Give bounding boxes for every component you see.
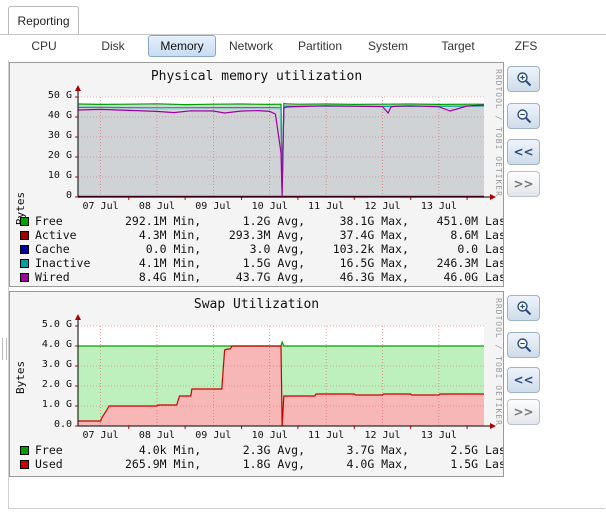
x-axis-arrow — [490, 194, 496, 200]
graph-legend: Free 292.1M Min, 1.2G Avg, 38.1G Max, 45… — [20, 214, 504, 284]
tab-reporting[interactable]: Reporting — [8, 6, 79, 34]
double-chevron-right-icon: >> — [513, 177, 534, 191]
subtab-target[interactable]: Target — [425, 35, 491, 57]
x-tick-label: 08 Jul — [138, 430, 175, 441]
subtab-disk[interactable]: Disk — [82, 35, 144, 57]
x-tick-label: 11 Jul — [308, 201, 345, 212]
reporting-subtabs: CPU Disk Memory Network Partition System Targe… — [0, 35, 606, 60]
legend-row-free: Free 292.1M Min, 1.2G Avg, 38.1G Max, 45… — [20, 214, 504, 228]
legend-text: Used 265.9M Min, 1.8G Avg, 4.0G Max, 1.5… — [35, 457, 504, 471]
legend-swatch — [20, 231, 29, 240]
back-button[interactable]: << — [507, 367, 540, 393]
y-axis-arrow — [75, 314, 81, 320]
physical-memory-graph: Physical memory utilization Bytes RRDTOO… — [9, 62, 504, 287]
y-tick-label: 2.0 G — [41, 379, 72, 390]
legend-swatch — [20, 217, 29, 226]
subtab-cpu[interactable]: CPU — [14, 35, 74, 57]
legend-text: Free 292.1M Min, 1.2G Avg, 38.1G Max, 45… — [35, 214, 504, 228]
zoom-in-button[interactable] — [507, 295, 540, 321]
x-tick-label: 09 Jul — [195, 430, 232, 441]
x-tick-label: 10 Jul — [251, 430, 288, 441]
legend-swatch — [20, 460, 29, 469]
legend-row-active: Active 4.3M Min, 293.3M Avg, 37.4G Max, … — [20, 228, 504, 242]
legend-swatch — [20, 259, 29, 268]
double-chevron-left-icon: << — [513, 373, 534, 387]
legend-row-cache: Cache 0.0 Min, 3.0 Avg, 103.2k Max, 0.0 … — [20, 242, 504, 256]
subtab-system[interactable]: System — [355, 35, 421, 57]
y-tick-label: 10 G — [47, 170, 72, 181]
x-tick-label: 07 Jul — [82, 201, 119, 212]
x-tick-label: 10 Jul — [251, 201, 288, 212]
y-tick-label: 40 G — [47, 110, 72, 121]
magnifier-minus-icon — [516, 109, 531, 124]
legend-text: Inactive 4.1M Min, 1.5G Avg, 16.5G Max, … — [35, 256, 504, 270]
graph-legend: Free 4.0k Min, 2.3G Avg, 3.7G Max, 2.5G … — [20, 443, 504, 471]
double-chevron-left-icon: << — [513, 145, 534, 159]
forward-button[interactable]: >> — [507, 171, 540, 197]
magnifier-minus-icon — [516, 338, 531, 353]
y-tick-label: 50 G — [47, 90, 72, 101]
legend-text: Wired 8.4G Min, 43.7G Avg, 46.3G Max, 46… — [35, 270, 504, 284]
y-tick-label: 4.0 G — [41, 339, 72, 350]
x-tick-label: 13 Jul — [420, 430, 457, 441]
x-tick-label: 13 Jul — [420, 201, 457, 212]
y-tick-label: 5.0 G — [41, 319, 72, 330]
zoom-out-button[interactable] — [507, 103, 540, 129]
legend-row-used: Used 265.9M Min, 1.8G Avg, 4.0G Max, 1.5… — [20, 457, 504, 471]
y-tick-label: 20 G — [47, 150, 72, 161]
legend-text: Free 4.0k Min, 2.3G Avg, 3.7G Max, 2.5G … — [35, 443, 504, 457]
subtab-partition[interactable]: Partition — [285, 35, 355, 57]
legend-row-wired: Wired 8.4G Min, 43.7G Avg, 46.3G Max, 46… — [20, 270, 504, 284]
y-tick-label: 3.0 G — [41, 359, 72, 370]
y-tick-label: 0.0 — [53, 419, 72, 430]
swap-utilization-graph: Swap Utilization Bytes RRDTOOL / TOBI OE… — [9, 291, 504, 477]
x-tick-label: 07 Jul — [82, 430, 119, 441]
x-tick-label: 11 Jul — [308, 430, 345, 441]
back-button[interactable]: << — [507, 139, 540, 165]
subtab-zfs[interactable]: ZFS — [495, 35, 557, 57]
legend-row-inactive: Inactive 4.1M Min, 1.5G Avg, 16.5G Max, … — [20, 256, 504, 270]
zoom-in-button[interactable] — [507, 66, 540, 92]
y-axis-arrow — [75, 85, 81, 91]
legend-text: Active 4.3M Min, 293.3M Avg, 37.4G Max, … — [35, 228, 504, 242]
magnifier-plus-icon — [516, 301, 531, 316]
legend-swatch — [20, 446, 29, 455]
forward-button[interactable]: >> — [507, 399, 540, 425]
x-tick-label: 12 Jul — [364, 430, 401, 441]
double-chevron-right-icon: >> — [513, 405, 534, 419]
zoom-out-button[interactable] — [507, 332, 540, 358]
legend-swatch — [20, 273, 29, 282]
magnifier-plus-icon — [516, 72, 531, 87]
x-tick-label: 12 Jul — [364, 201, 401, 212]
legend-swatch — [20, 245, 29, 254]
resize-handle[interactable] — [2, 338, 7, 360]
legend-text: Cache 0.0 Min, 3.0 Avg, 103.2k Max, 0.0 … — [35, 242, 504, 256]
legend-row-free: Free 4.0k Min, 2.3G Avg, 3.7G Max, 2.5G … — [20, 443, 504, 457]
x-tick-label: 09 Jul — [195, 201, 232, 212]
x-axis-arrow — [490, 423, 496, 429]
y-tick-label: 1.0 G — [41, 399, 72, 410]
y-tick-label: 30 G — [47, 130, 72, 141]
x-tick-label: 08 Jul — [138, 201, 175, 212]
subtab-memory[interactable]: Memory — [148, 35, 216, 57]
subtab-network[interactable]: Network — [220, 35, 282, 57]
y-tick-label: 0 — [65, 190, 72, 201]
